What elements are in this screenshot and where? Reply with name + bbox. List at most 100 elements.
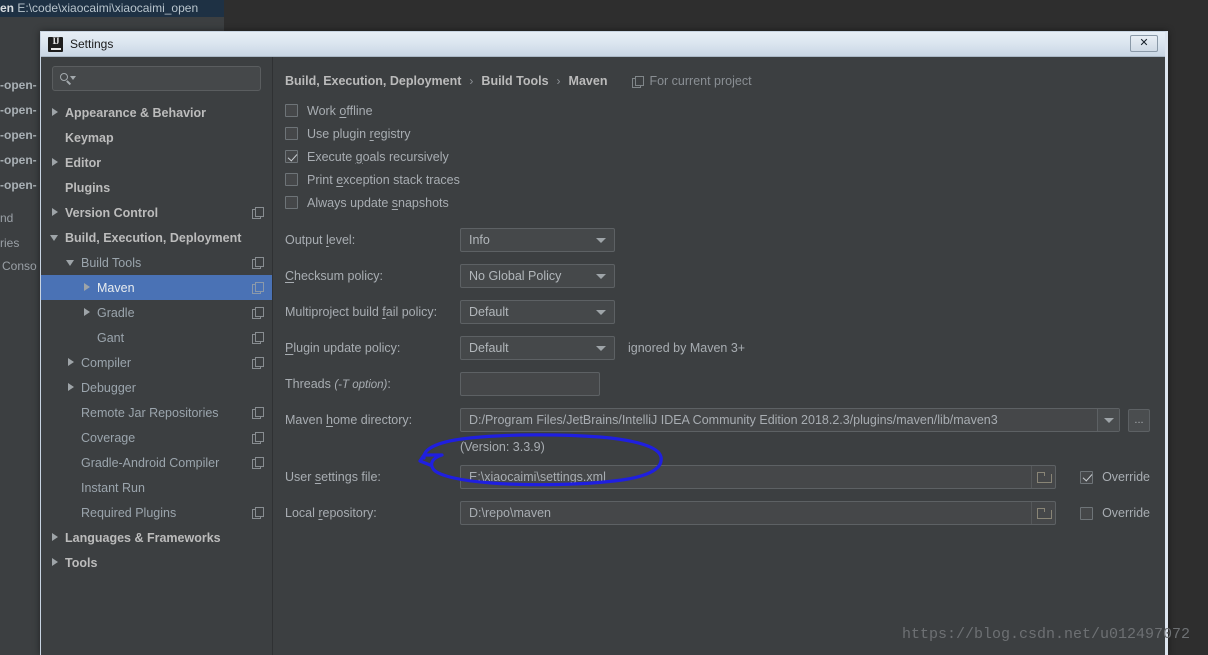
user-settings-override[interactable]: Override	[1080, 470, 1150, 484]
local-repository-override-label: Override	[1102, 506, 1150, 520]
sidebar-item-languages-frameworks[interactable]: Languages & Frameworks	[41, 525, 272, 550]
sidebar-item-label: Compiler	[81, 355, 132, 370]
local-repository-input[interactable]: D:\repo\maven	[460, 501, 1057, 525]
dialog-title-bar[interactable]: Settings ✕	[41, 32, 1165, 57]
copy-icon	[252, 307, 264, 319]
checksum-policy-combobox[interactable]: No Global Policy	[460, 264, 615, 288]
sidebar-item-label: Plugins	[65, 180, 111, 195]
chevron-right-icon[interactable]	[66, 357, 77, 368]
sidebar-item-instant-run[interactable]: Instant Run	[41, 475, 272, 500]
checkbox-label: Work offline	[307, 103, 373, 118]
breadcrumb-item-2[interactable]: Maven	[569, 74, 608, 88]
breadcrumb-separator: ›	[469, 74, 474, 88]
sidebar-item-version-control[interactable]: Version Control	[41, 200, 272, 225]
watermark: https://blog.csdn.net/u012497072	[901, 626, 1190, 643]
chevron-right-icon[interactable]	[50, 207, 61, 218]
copy-icon	[252, 257, 264, 269]
sidebar-item-gradle[interactable]: Gradle	[41, 300, 272, 325]
maven-home-dropdown-button[interactable]	[1097, 409, 1119, 431]
breadcrumb-item-0[interactable]: Build, Execution, Deployment	[285, 74, 461, 88]
ide-title-bar: en E:\code\xiaocaimi\xiaocaimi_open	[0, 0, 224, 17]
sidebar-item-build-execution-deployment[interactable]: Build, Execution, Deployment	[41, 225, 272, 250]
folder-icon	[1036, 507, 1052, 519]
sidebar-item-tools[interactable]: Tools	[41, 550, 272, 575]
user-settings-browse-button[interactable]	[1031, 466, 1055, 488]
field-row-local-repository: Local repository: D:\repo\maven Override	[273, 501, 1165, 525]
field-row-plugin-update-policy: Plugin update policy: Default ignored by…	[273, 336, 1165, 360]
local-repository-label: Local repository:	[285, 506, 377, 520]
sidebar-item-plugins[interactable]: Plugins	[41, 175, 272, 200]
chevron-down-icon[interactable]	[66, 257, 77, 268]
user-settings-override-checkbox[interactable]	[1080, 470, 1094, 484]
checksum-policy-label: Checksum policy:	[285, 269, 383, 283]
sidebar-item-remote-jar-repositories[interactable]: Remote Jar Repositories	[41, 400, 272, 425]
plugin-update-policy-label: Plugin update policy:	[285, 341, 401, 355]
chevron-right-icon[interactable]	[50, 107, 61, 118]
threads-label: Threads (-T option):	[285, 377, 391, 391]
checkbox-row-work-offline[interactable]: Work offline	[273, 99, 1165, 122]
sidebar-item-label: Languages & Frameworks	[65, 530, 221, 545]
sidebar-item-coverage[interactable]: Coverage	[41, 425, 272, 450]
checkbox-execute-goals-recursively[interactable]	[285, 150, 298, 163]
sidebar-item-gradle-android-compiler[interactable]: Gradle-Android Compiler	[41, 450, 272, 475]
chevron-right-icon[interactable]	[50, 557, 61, 568]
maven-home-combobox[interactable]: D:/Program Files/JetBrains/IntelliJ IDEA…	[460, 408, 1120, 432]
local-repository-browse-button[interactable]	[1031, 502, 1055, 524]
close-icon[interactable]: ✕	[1130, 35, 1158, 52]
chevron-right-icon[interactable]	[50, 157, 61, 168]
settings-tree: Appearance & Behavior Keymap Editor Plugins…	[41, 100, 272, 575]
multiproject-fail-policy-combobox[interactable]: Default	[460, 300, 615, 324]
user-settings-override-label: Override	[1102, 470, 1150, 484]
folder-icon	[1036, 471, 1052, 483]
checkbox-row-always-update-snapshots[interactable]: Always update snapshots	[273, 191, 1165, 214]
ide-title-bold: en	[0, 1, 15, 15]
sidebar-item-label: Build, Execution, Deployment	[65, 230, 242, 245]
copy-icon	[252, 207, 264, 219]
sidebar-item-required-plugins[interactable]: Required Plugins	[41, 500, 272, 525]
field-row-user-settings: User settings file: E:\xiaocaimi\setting…	[273, 465, 1165, 489]
settings-content: Build, Execution, Deployment › Build Too…	[273, 57, 1165, 655]
maven-home-browse-button[interactable]: ...	[1128, 408, 1150, 432]
sidebar-item-editor[interactable]: Editor	[41, 150, 272, 175]
bg-text-item: -open-	[0, 128, 37, 142]
output-level-combobox[interactable]: Info	[460, 228, 615, 252]
sidebar-item-build-tools[interactable]: Build Tools	[41, 250, 272, 275]
sidebar-item-keymap[interactable]: Keymap	[41, 125, 272, 150]
sidebar-item-label: Tools	[65, 555, 98, 570]
chevron-right-icon[interactable]	[82, 282, 93, 293]
user-settings-input[interactable]: E:\xiaocaimi\settings.xml	[460, 465, 1057, 489]
chevron-down-icon[interactable]	[50, 232, 61, 243]
chevron-right-icon[interactable]	[82, 307, 93, 318]
checkbox-row-print-exception-stack-traces[interactable]: Print exception stack traces	[273, 168, 1165, 191]
checkbox-row-use-plugin-registry[interactable]: Use plugin registry	[273, 122, 1165, 145]
threads-input[interactable]	[460, 372, 600, 396]
sidebar-item-maven[interactable]: Maven	[41, 275, 272, 300]
checkbox-print-exception-stack-traces[interactable]	[285, 173, 298, 186]
local-repository-override-checkbox[interactable]	[1080, 506, 1094, 520]
plugin-update-policy-combobox[interactable]: Default	[460, 336, 615, 360]
checkbox-row-execute-goals-recursively[interactable]: Execute goals recursively	[273, 145, 1165, 168]
dialog-title: Settings	[70, 37, 114, 51]
sidebar-item-debugger[interactable]: Debugger	[41, 375, 272, 400]
checkbox-work-offline[interactable]	[285, 104, 298, 117]
sidebar-item-compiler[interactable]: Compiler	[41, 350, 272, 375]
sidebar-item-gant[interactable]: Gant	[41, 325, 272, 350]
sidebar-item-label: Remote Jar Repositories	[81, 405, 219, 420]
chevron-right-icon[interactable]	[66, 382, 77, 393]
bg-text-item: nd	[0, 211, 14, 225]
chevron-right-icon[interactable]	[50, 532, 61, 543]
checkbox-always-update-snapshots[interactable]	[285, 196, 298, 209]
sidebar-item-appearance-behavior[interactable]: Appearance & Behavior	[41, 100, 272, 125]
local-repository-override[interactable]: Override	[1080, 506, 1150, 520]
breadcrumb-separator: ›	[556, 74, 561, 88]
breadcrumb-item-1[interactable]: Build Tools	[481, 74, 548, 88]
search-container	[41, 66, 272, 100]
maven-home-value: D:/Program Files/JetBrains/IntelliJ IDEA…	[469, 413, 998, 427]
chevron-down-icon	[596, 345, 606, 351]
search-box[interactable]	[52, 66, 261, 91]
search-input[interactable]	[78, 71, 253, 86]
checkbox-use-plugin-registry[interactable]	[285, 127, 298, 140]
